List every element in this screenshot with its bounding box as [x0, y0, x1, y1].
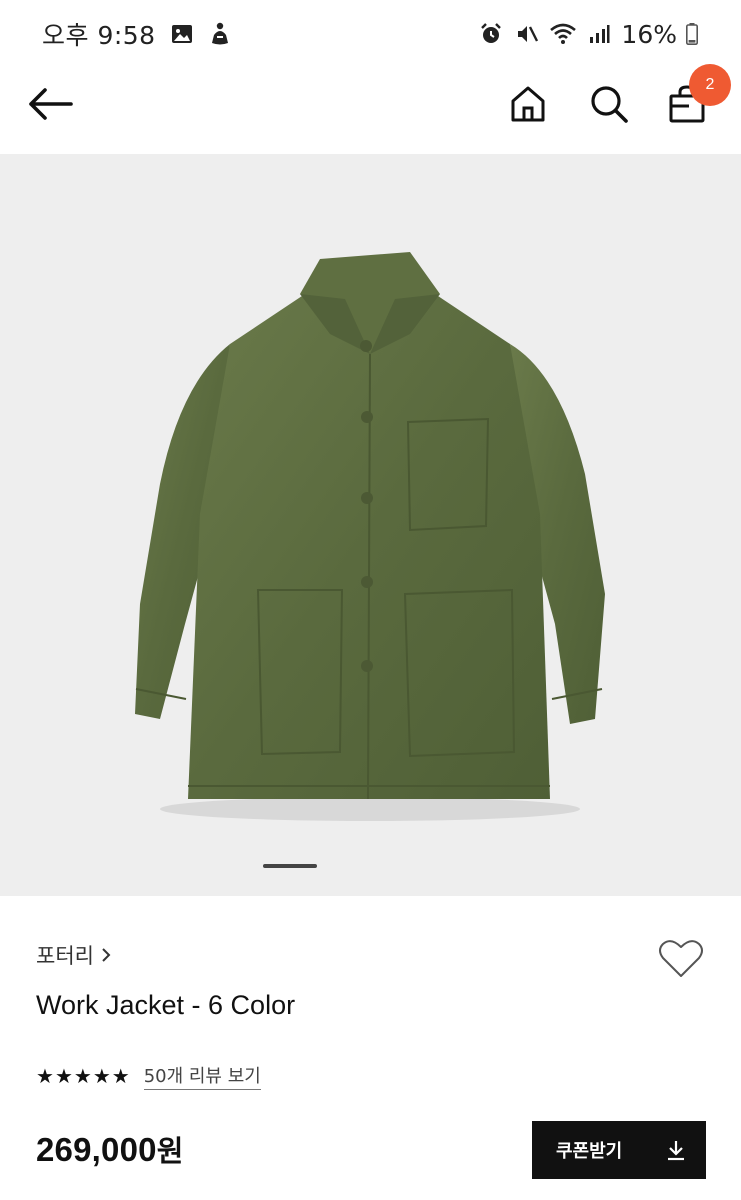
price-unit: 원 [156, 1134, 184, 1168]
battery-percent: 16% [621, 19, 677, 49]
wishlist-button[interactable] [656, 934, 706, 982]
back-button[interactable] [24, 78, 76, 130]
product-name: Work Jacket - 6 Color [36, 990, 296, 1020]
battery-icon [685, 20, 699, 48]
mute-icon [513, 20, 541, 48]
product-image-carousel[interactable] [0, 154, 741, 896]
chevron-right-icon [102, 948, 111, 962]
product-image-jacket [135, 252, 605, 821]
product-price: 269,000원 [36, 1128, 184, 1170]
star-icon: ★ [73, 1064, 92, 1088]
back-arrow-icon [29, 88, 73, 120]
heart-icon [659, 940, 703, 977]
home-icon [511, 86, 545, 122]
top-navigation [0, 68, 741, 154]
star-icon: ★ [92, 1064, 111, 1088]
alarm-icon [477, 20, 505, 48]
status-right-icons: 16% [477, 20, 699, 49]
wifi-icon [549, 20, 577, 48]
cart-count-badge: 2 [689, 64, 731, 106]
signal-icon [585, 20, 613, 48]
review-link[interactable]: 50개 리뷰 보기 [143, 1062, 261, 1090]
status-left-icons [168, 20, 234, 48]
gallery-icon [168, 20, 196, 48]
carousel-indicator [263, 864, 317, 868]
star-icon: ★ [111, 1064, 130, 1088]
rating-stars: ★ ★ ★ ★ ★ [36, 1066, 130, 1086]
status-bar: 오후 9:58 16% [0, 0, 741, 68]
download-icon [666, 1139, 686, 1161]
star-icon: ★ [54, 1064, 73, 1088]
home-button[interactable] [502, 78, 554, 130]
coupon-label: 쿠폰받기 [556, 1141, 623, 1162]
rating-row: ★ ★ ★ ★ ★ 50개 리뷰 보기 [36, 1062, 261, 1090]
star-icon: ★ [36, 1064, 54, 1088]
price-amount: 269,000 [36, 1131, 157, 1168]
search-icon [591, 86, 628, 123]
app-notification-icon [206, 20, 234, 48]
status-time: 오후 9:58 [42, 21, 156, 50]
brand-name: 포터리 [36, 944, 94, 968]
coupon-button[interactable]: 쿠폰받기 [532, 1121, 706, 1179]
brand-link[interactable]: 포터리 [36, 940, 112, 970]
search-button[interactable] [583, 78, 635, 130]
